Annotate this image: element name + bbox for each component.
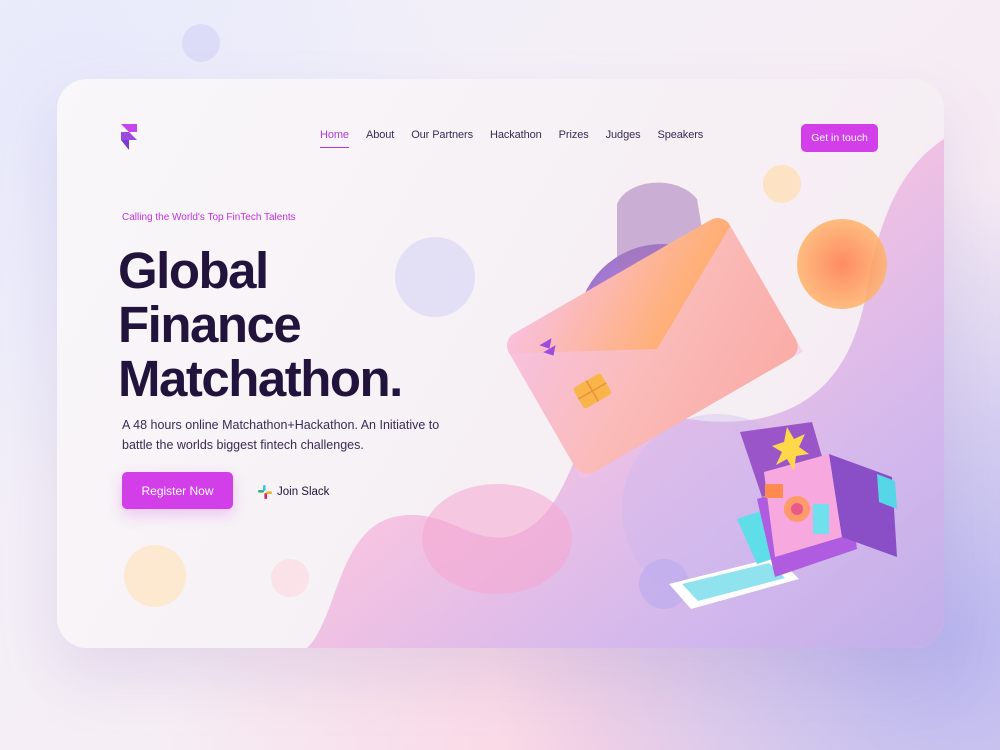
get-in-touch-button[interactable]: Get in touch [801, 124, 878, 152]
join-slack-label: Join Slack [277, 486, 330, 498]
register-now-button[interactable]: Register Now [122, 472, 233, 509]
nav-about[interactable]: About [366, 129, 394, 148]
main-nav: Home About Our Partners Hackathon Prizes… [320, 129, 720, 148]
nav-home[interactable]: Home [320, 129, 349, 148]
headline-line-1: Global [118, 242, 269, 299]
nav-our-partners[interactable]: Our Partners [411, 129, 473, 148]
nav-hackathon[interactable]: Hackathon [490, 129, 542, 148]
nav-judges[interactable]: Judges [606, 129, 641, 148]
hero-eyebrow: Calling the World's Top FinTech Talents [122, 212, 296, 223]
landing-card: Home About Our Partners Hackathon Prizes… [57, 79, 944, 648]
framer-logo-icon[interactable] [119, 124, 139, 152]
hero-description: A 48 hours online Matchathon+Hackathon. … [122, 418, 440, 452]
slack-icon [258, 485, 272, 499]
headline-line-2: Finance [118, 296, 302, 353]
headline-line-3: Matchathon. [118, 350, 403, 407]
nav-speakers[interactable]: Speakers [658, 129, 704, 148]
hero-headline: Global Finance Matchathon. [118, 242, 403, 407]
join-slack-link[interactable]: Join Slack [258, 485, 329, 499]
decor-circle [182, 24, 220, 62]
nav-prizes[interactable]: Prizes [559, 129, 589, 148]
